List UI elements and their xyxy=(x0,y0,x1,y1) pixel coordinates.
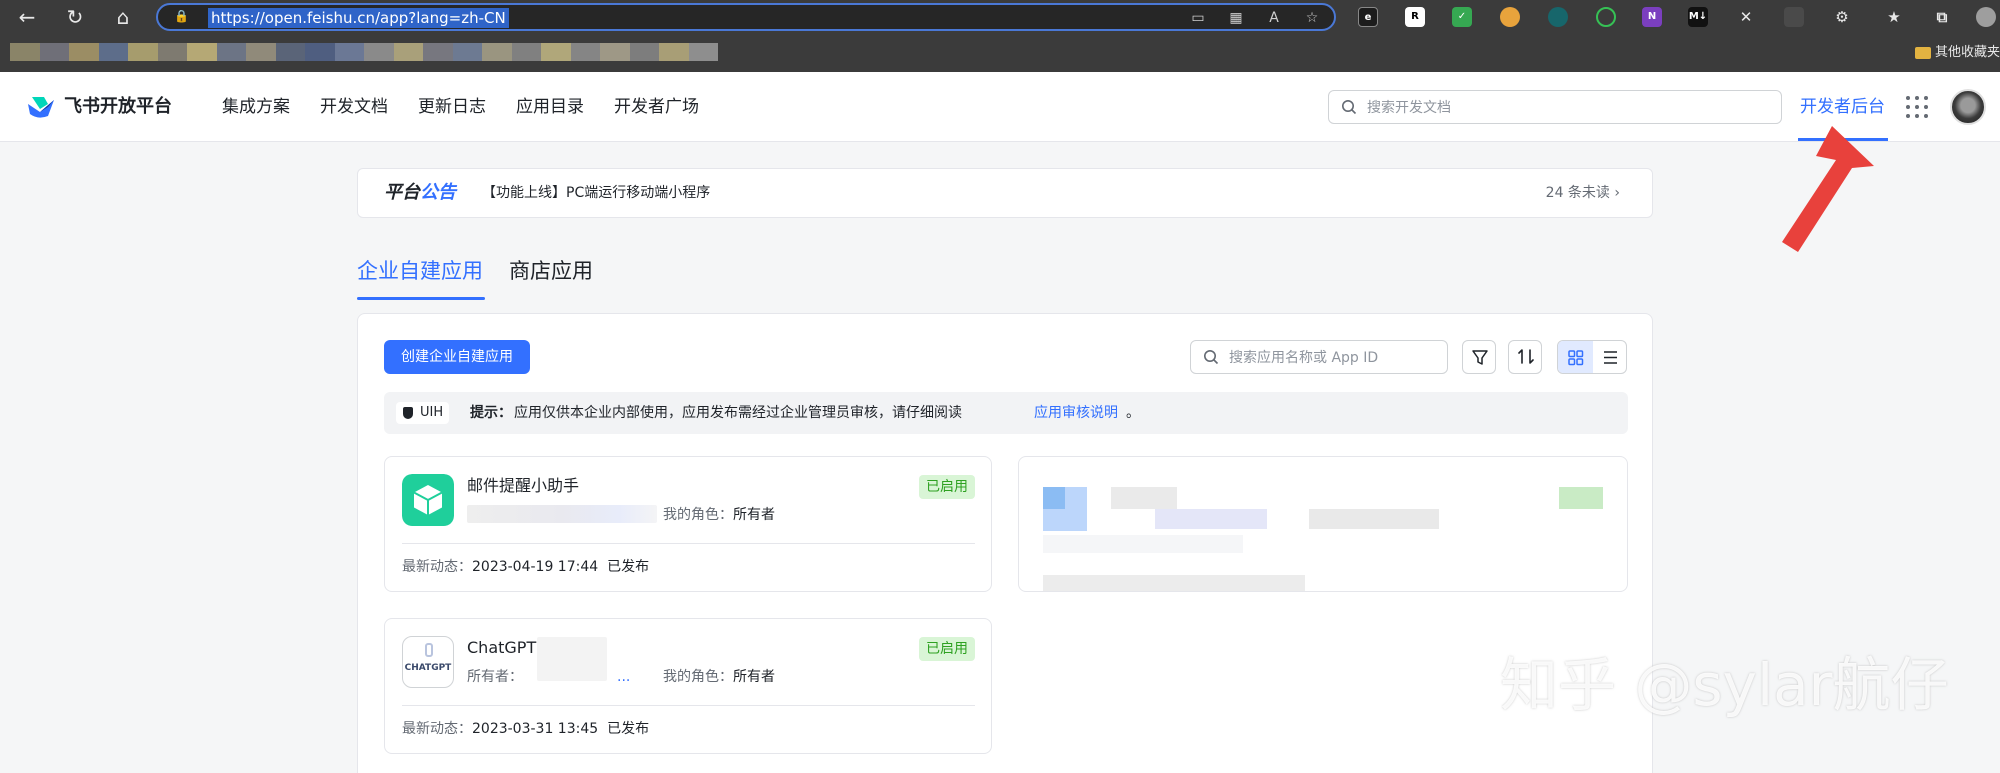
url-text[interactable]: https://open.feishu.cn/app?lang=zh-CN xyxy=(208,8,509,28)
review-tip-bar: UIH 提示： 应用仅供本企业内部使用，应用发布需经过企业管理员审核，请仔细阅读… xyxy=(384,392,1628,434)
platform-notice[interactable]: 平台公告 【功能上线】PC端运行移动端小程序 24 条未读 › xyxy=(357,168,1653,218)
markdown-icon[interactable]: M↓ xyxy=(1688,7,1708,27)
collections-icon[interactable]: ⧉ xyxy=(1932,7,1952,27)
app-search-input[interactable]: 搜索应用名称或 App ID xyxy=(1190,340,1448,374)
nav-docs[interactable]: 开发文档 xyxy=(320,94,388,120)
back-icon[interactable]: ← xyxy=(14,5,40,29)
tab-store-apps[interactable]: 商店应用 xyxy=(509,255,593,299)
bookmarks-blurred[interactable] xyxy=(10,43,718,61)
app-card[interactable]: 邮件提醒小助手 我的角色：所有者 已启用 最新动态：2023-04-19 17:… xyxy=(384,456,992,592)
device-icon[interactable]: ▭ xyxy=(1188,8,1208,28)
status-badge: 已启用 xyxy=(919,637,975,661)
onenote-icon[interactable]: N xyxy=(1642,7,1662,27)
tenant-badge: UIH xyxy=(396,402,450,424)
chatgpt-app-icon: CHATGPT xyxy=(402,636,454,688)
puzzle-icon[interactable]: ⚙ xyxy=(1832,7,1852,27)
extension-icon[interactable] xyxy=(1548,7,1568,27)
app-card[interactable]: CHATGPT ChatGPT 所有者： ... 我的角色：所有者 已启用 最新… xyxy=(384,618,992,754)
home-icon[interactable]: ⌂ xyxy=(110,5,136,29)
filter-button[interactable] xyxy=(1462,340,1496,374)
sort-button[interactable] xyxy=(1508,340,1542,374)
qr-icon[interactable]: ▦ xyxy=(1226,8,1246,28)
list-view-icon xyxy=(1604,351,1617,364)
developer-console-link[interactable]: 开发者后台 xyxy=(1800,94,1885,120)
profile-icon[interactable] xyxy=(1976,7,1996,27)
nav-developer-square[interactable]: 开发者广场 xyxy=(614,94,699,120)
nav-app-directory[interactable]: 应用目录 xyxy=(516,94,584,120)
x-icon[interactable]: ✕ xyxy=(1736,7,1756,27)
search-icon xyxy=(1204,350,1219,365)
app-type-tabs: 企业自建应用 商店应用 xyxy=(357,255,593,300)
card-divider xyxy=(402,543,975,544)
grid-view-icon xyxy=(1568,350,1584,366)
zhihu-watermark: 知乎 @sylar航仔 xyxy=(1500,651,1949,719)
extension-icon[interactable] xyxy=(1784,7,1804,27)
favorites-icon[interactable]: ★ xyxy=(1884,7,1904,27)
tab-enterprise-apps[interactable]: 企业自建应用 xyxy=(357,255,485,300)
top-nav: 集成方案 开发文档 更新日志 应用目录 开发者广场 xyxy=(222,94,699,120)
bookmark-folder[interactable]: 其他收藏夹 xyxy=(1907,42,2000,64)
shield-icon xyxy=(403,407,413,419)
status-badge: 已启用 xyxy=(919,475,975,499)
owner-blurred xyxy=(467,505,657,523)
doc-search-placeholder: 搜索开发文档 xyxy=(1367,100,1451,116)
app-name[interactable]: 邮件提醒小助手 xyxy=(467,475,579,497)
avatar[interactable] xyxy=(1950,89,1986,125)
notice-unread-count[interactable]: 24 条未读 › xyxy=(1546,183,1620,203)
search-icon xyxy=(1342,100,1357,115)
address-bar[interactable]: 🔒 https://open.feishu.cn/app?lang=zh-CN … xyxy=(156,3,1336,31)
lock-icon: 🔒 xyxy=(174,9,189,23)
annotation-arrow-icon xyxy=(1782,126,1874,252)
sort-icon xyxy=(1518,349,1534,364)
nav-solutions[interactable]: 集成方案 xyxy=(222,94,290,120)
bookmark-folder-label: 其他收藏夹 xyxy=(1934,45,2000,60)
extension-icon[interactable] xyxy=(1500,7,1520,27)
name-blurred xyxy=(537,637,607,681)
app-name[interactable]: ChatGPT xyxy=(467,637,536,659)
extension-icon[interactable] xyxy=(1596,7,1616,27)
read-aloud-icon[interactable]: A xyxy=(1264,8,1284,28)
logo-text[interactable]: 飞书开放平台 xyxy=(64,94,172,120)
create-app-button[interactable]: 创建企业自建应用 xyxy=(384,340,530,374)
shield-extension-icon[interactable]: ✓ xyxy=(1452,7,1472,27)
list-view-button[interactable] xyxy=(1593,341,1626,373)
latest-activity: 最新动态：2023-03-31 13:45 已发布 xyxy=(402,721,650,737)
tip-text: 应用仅供本企业内部使用，应用发布需经过企业管理员审核，请仔细阅读 xyxy=(514,405,962,421)
app-header: 飞书开放平台 集成方案 开发文档 更新日志 应用目录 开发者广场 搜索开发文档 … xyxy=(0,72,2000,142)
grid-view-button[interactable] xyxy=(1558,341,1593,373)
app-card-blurred[interactable] xyxy=(1018,456,1628,592)
box-app-icon xyxy=(402,474,454,526)
owner-more: ... xyxy=(617,669,631,685)
nav-changelog[interactable]: 更新日志 xyxy=(418,94,486,120)
browser-toolbar: ← ↻ ⌂ 🔒 https://open.feishu.cn/app?lang=… xyxy=(0,0,2000,34)
view-mode-toggle xyxy=(1557,340,1627,374)
apps-grid-icon[interactable] xyxy=(1906,96,1928,118)
folder-icon xyxy=(1914,47,1931,59)
card-divider xyxy=(402,705,975,706)
tip-period: 。 xyxy=(1126,405,1140,421)
notice-text[interactable]: 【功能上线】PC端运行移动端小程序 xyxy=(482,183,710,203)
feishu-logo-icon[interactable] xyxy=(26,94,56,120)
latest-activity: 最新动态：2023-04-19 17:44 已发布 xyxy=(402,559,650,575)
filter-icon xyxy=(1472,350,1488,365)
extension-icon[interactable]: e xyxy=(1358,7,1378,27)
app-search-placeholder: 搜索应用名称或 App ID xyxy=(1229,350,1379,366)
reload-icon[interactable]: ↻ xyxy=(62,5,88,29)
apps-panel: 创建企业自建应用 搜索应用名称或 App ID UIH 提示： 应用仅供本企业内… xyxy=(357,313,1653,773)
app-role: 我的角色：所有者 xyxy=(663,669,775,685)
bookmarks-bar: 其他收藏夹 xyxy=(0,34,2000,72)
favorite-icon[interactable]: ☆ xyxy=(1302,8,1322,28)
notice-title: 平台公告 xyxy=(384,182,456,203)
extension-icon[interactable]: R xyxy=(1405,7,1425,27)
tip-label: 提示： xyxy=(470,405,512,421)
doc-search-input[interactable]: 搜索开发文档 xyxy=(1328,90,1782,124)
review-guide-link[interactable]: 应用审核说明 xyxy=(1034,403,1118,423)
app-owner: 所有者： xyxy=(467,669,523,685)
app-role: 我的角色：所有者 xyxy=(663,507,775,523)
